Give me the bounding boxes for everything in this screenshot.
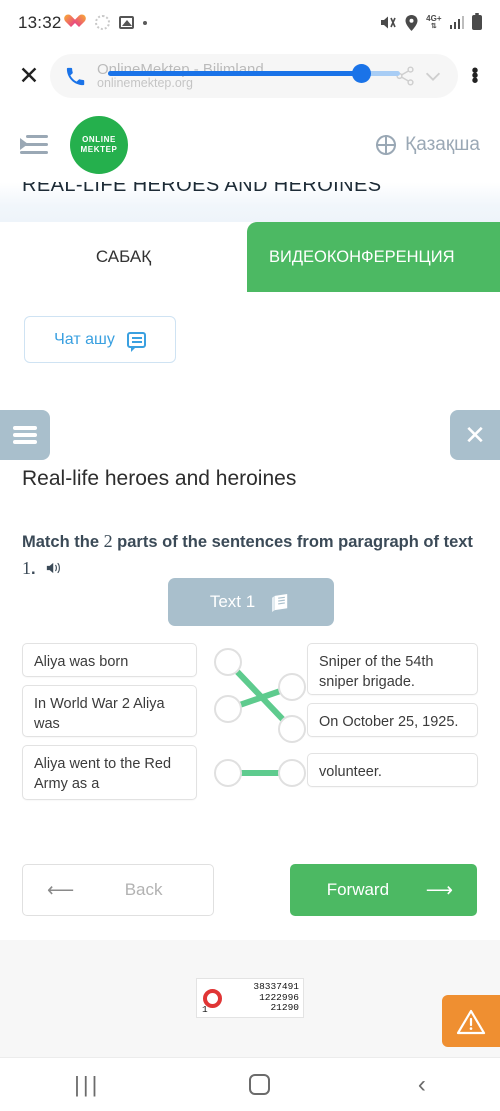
warning-triangle-icon xyxy=(456,1009,486,1034)
page-footer: 38337491 1222996 21290 1 xyxy=(0,940,500,1057)
warning-button[interactable] xyxy=(442,995,500,1047)
book-icon xyxy=(272,593,288,612)
language-label: Қазақша xyxy=(405,133,480,155)
dot-icon xyxy=(142,20,147,25)
volume-fill xyxy=(108,71,362,76)
instruction-mid: parts of the sentences from paragraph of… xyxy=(112,533,473,551)
volume-thumb[interactable] xyxy=(352,64,371,83)
back-button-label: Back xyxy=(124,880,163,899)
back-button[interactable]: ⟵ Back xyxy=(22,864,214,916)
logo-line-1: ONLINE xyxy=(82,134,116,144)
network-4g-icon: 4G+ ⇅ xyxy=(426,13,442,30)
chevron-down-icon[interactable] xyxy=(422,65,444,87)
open-chat-label: Чат ашу xyxy=(54,330,115,348)
matching-exercise: Aliya was born In World War 2 Aliya was … xyxy=(0,643,500,803)
globe-icon xyxy=(376,134,397,155)
exercise-close-button[interactable]: ✕ xyxy=(450,410,500,460)
home-icon[interactable] xyxy=(248,1074,270,1095)
lesson-banner: REAL-LIFE HEROES AND HEROINES xyxy=(0,182,500,222)
instruction-number-2: 1 xyxy=(22,557,31,578)
chat-bubble-icon xyxy=(126,331,146,352)
lesson-banner-title: REAL-LIFE HEROES AND HEROINES xyxy=(22,182,382,196)
logo-line-2: MEKTEP xyxy=(80,144,118,154)
exercise-title: Real-life heroes and heroines xyxy=(22,467,297,490)
tab-lesson[interactable]: САБАҚ xyxy=(0,222,247,292)
arrow-left-icon: ⟵ xyxy=(47,879,75,901)
text-1-label: Text 1 xyxy=(209,592,256,611)
status-bar-left: 13:32 xyxy=(18,13,147,33)
counter-value-2: 1222996 xyxy=(259,991,299,1003)
photo-icon xyxy=(118,16,134,29)
open-chat-button[interactable]: Чат ашу xyxy=(24,316,176,363)
screen: 13:32 4G+ ⇅ ✕ OnlineMektep - Bilimland o… xyxy=(0,0,500,1111)
instruction-pre: Match the xyxy=(22,533,104,551)
android-navigation-bar: ||| ‹ xyxy=(0,1057,500,1111)
forward-button[interactable]: Forward ⟶ xyxy=(290,864,477,916)
tab-videoconference[interactable]: ВИДЕОКОНФЕРЕНЦИЯ xyxy=(247,222,500,292)
speaker-icon[interactable] xyxy=(46,559,63,583)
counter-value-3: 21290 xyxy=(270,1002,299,1014)
browser-menu-button[interactable]: • • • xyxy=(464,61,486,91)
language-selector[interactable]: Қазақша xyxy=(376,134,480,156)
location-pin-icon xyxy=(405,14,418,31)
volume-slider[interactable] xyxy=(108,64,400,83)
forward-button-label: Forward xyxy=(326,880,390,899)
status-bar: 13:32 4G+ ⇅ xyxy=(0,0,500,45)
gear-icon xyxy=(94,15,110,30)
arrow-right-icon: ⟶ xyxy=(425,879,453,901)
recent-apps-icon[interactable]: ||| xyxy=(74,1072,100,1098)
close-tab-button[interactable]: ✕ xyxy=(14,63,44,89)
text-1-button[interactable]: Text 1 xyxy=(168,578,334,626)
tab-bar: САБАҚ ВИДЕОКОНФЕРЕНЦИЯ xyxy=(0,222,500,292)
hamburger-icon xyxy=(13,426,37,430)
hamburger-collapse-icon[interactable] xyxy=(20,134,48,156)
counter-values: 38337491 1222996 21290 xyxy=(222,982,299,1014)
clock: 13:32 xyxy=(18,12,62,32)
signal-bars-icon xyxy=(449,16,464,29)
match-left-node-3[interactable] xyxy=(214,759,242,787)
battery-icon xyxy=(472,13,482,30)
instruction-post: . xyxy=(31,559,36,578)
mute-icon xyxy=(381,16,396,29)
back-chevron-icon[interactable]: ‹ xyxy=(418,1071,426,1099)
match-right-node-1[interactable] xyxy=(278,673,306,701)
match-right-node-2[interactable] xyxy=(278,715,306,743)
match-connection-lines xyxy=(214,648,306,787)
site-header: ONLINE MEKTEP Қазақша xyxy=(0,107,500,182)
counter-rank: 1 xyxy=(202,1004,208,1015)
heart-icon xyxy=(71,15,86,30)
site-logo[interactable]: ONLINE MEKTEP xyxy=(70,115,128,174)
visitor-counter[interactable]: 38337491 1222996 21290 1 xyxy=(196,978,304,1018)
counter-value-1: 38337491 xyxy=(253,981,299,993)
omnibox-actions xyxy=(394,65,444,87)
exercise-instruction: Match the 2 parts of the sentences from … xyxy=(22,528,477,583)
instruction-number-1: 2 xyxy=(103,531,113,551)
match-right-node-3[interactable] xyxy=(278,759,306,787)
exercise-menu-button[interactable] xyxy=(0,410,50,460)
match-left-node-1[interactable] xyxy=(214,648,242,676)
match-left-node-2[interactable] xyxy=(214,695,242,723)
lesson-navigation: ⟵ Back Forward ⟶ xyxy=(0,864,500,918)
phone-icon xyxy=(66,67,85,85)
status-bar-right: 4G+ ⇅ xyxy=(380,13,482,31)
